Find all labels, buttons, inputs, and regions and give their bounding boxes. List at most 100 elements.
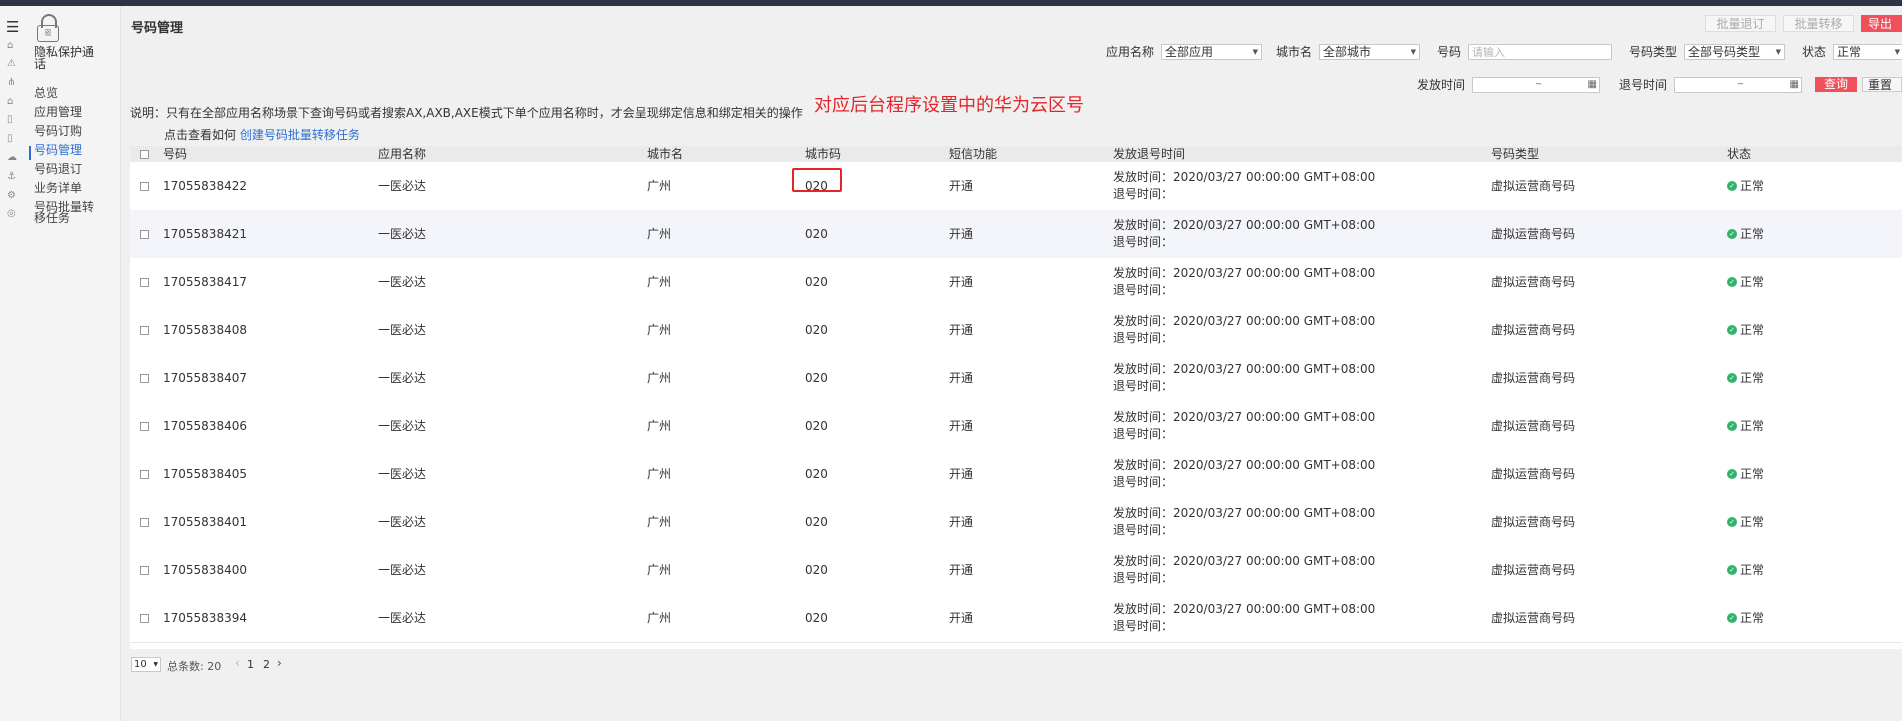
page-2[interactable]: 2 bbox=[263, 658, 270, 671]
table-row[interactable]: 17055838408 一医必达 广州 020 开通 发放时间：2020/03/… bbox=[130, 306, 1902, 355]
check-circle-icon: ✓ bbox=[1727, 469, 1737, 479]
order-icon[interactable]: ⋔ bbox=[7, 77, 15, 88]
row-checkbox[interactable] bbox=[140, 422, 149, 431]
table-row[interactable]: 17055838407 一医必达 广州 020 开通 发放时间：2020/03/… bbox=[130, 354, 1902, 403]
cell-time: 发放时间：2020/03/27 00:00:00 GMT+08:00 退号时间： bbox=[1113, 170, 1376, 201]
cell-city: 广州 bbox=[647, 323, 672, 337]
sidebar-item-app-management[interactable]: 应用管理 bbox=[34, 103, 96, 122]
page-size-select[interactable]: 10 ▼ bbox=[131, 657, 161, 672]
page-1[interactable]: 1 bbox=[247, 658, 254, 671]
table-row[interactable]: 17055838417 一医必达 广州 020 开通 发放时间：2020/03/… bbox=[130, 258, 1902, 307]
city-select[interactable]: 全部城市 ▼ bbox=[1319, 44, 1420, 60]
calendar-icon[interactable]: ▦ bbox=[1790, 78, 1799, 92]
row-checkbox[interactable] bbox=[140, 182, 149, 191]
export-button[interactable]: 导出 bbox=[1861, 15, 1902, 32]
manage-icon[interactable]: ▯ bbox=[7, 133, 13, 144]
table-row[interactable]: 17055838422 一医必达 广州 020 开通 发放时间：2020/03/… bbox=[130, 162, 1902, 211]
cell-time: 发放时间：2020/03/27 00:00:00 GMT+08:00 退号时间： bbox=[1113, 458, 1376, 489]
menu-toggle-icon[interactable]: ☰ bbox=[6, 18, 19, 36]
chevron-down-icon: ▼ bbox=[1775, 48, 1781, 56]
cell-number: 17055838405 bbox=[163, 467, 247, 481]
app-name-select[interactable]: 全部应用 ▼ bbox=[1161, 44, 1262, 60]
reset-button[interactable]: 重置 bbox=[1862, 77, 1902, 92]
sidebar: 密 隐私保护通话 总览 应用管理 号码订购 号码管理 号码退订 业务详单 号码批… bbox=[24, 6, 121, 721]
cell-sms: 开通 bbox=[949, 227, 974, 241]
annotation-text: 对应后台程序设置中的华为云区号 bbox=[814, 95, 1084, 116]
table-row[interactable]: 17055838405 一医必达 广州 020 开通 发放时间：2020/03/… bbox=[130, 450, 1902, 499]
status-select[interactable]: 正常 ▼ bbox=[1833, 44, 1902, 60]
cell-time: 发放时间：2020/03/27 00:00:00 GMT+08:00 退号时间： bbox=[1113, 410, 1376, 441]
cell-sms: 开通 bbox=[949, 419, 974, 433]
cell-type: 虚拟运营商号码 bbox=[1491, 179, 1576, 193]
sidebar-item-number-unsubscribe[interactable]: 号码退订 bbox=[34, 160, 96, 179]
number-icon[interactable]: ⌂ bbox=[7, 96, 13, 107]
detail-icon[interactable]: ☁ bbox=[7, 152, 17, 163]
number-type-select[interactable]: 全部号码类型 ▼ bbox=[1684, 44, 1785, 60]
cell-status: 正常 bbox=[1740, 419, 1765, 433]
cell-app: 一医必达 bbox=[378, 563, 427, 577]
unsub-icon[interactable]: ▯ bbox=[7, 114, 13, 125]
sidebar-item-batch-transfer[interactable]: 号码批量转移任务 bbox=[34, 198, 96, 224]
cell-sms: 开通 bbox=[949, 371, 974, 385]
table-row[interactable]: 17055838401 一医必达 广州 020 开通 发放时间：2020/03/… bbox=[130, 498, 1902, 547]
chevron-down-icon: ▼ bbox=[153, 661, 158, 668]
check-circle-icon: ✓ bbox=[1727, 325, 1737, 335]
number-filter-label: 号码 bbox=[1437, 45, 1462, 59]
batch-unsubscribe-button[interactable]: 批量退订 bbox=[1705, 15, 1776, 32]
cell-type: 虚拟运营商号码 bbox=[1491, 419, 1576, 433]
query-button[interactable]: 查询 bbox=[1815, 77, 1857, 92]
app-logo-lock-icon: 密 bbox=[36, 14, 60, 44]
notice-text: 说明：只有在全部应用名称场景下查询号码或者搜索AX,AXB,AXE模式下单个应用… bbox=[130, 106, 803, 120]
column-header-sms: 短信功能 bbox=[949, 147, 998, 161]
check-circle-icon: ✓ bbox=[1727, 613, 1737, 623]
sidebar-item-business-details[interactable]: 业务详单 bbox=[34, 179, 96, 198]
check-circle-icon: ✓ bbox=[1727, 277, 1737, 287]
cell-city: 广州 bbox=[647, 275, 672, 289]
anchor-icon[interactable]: ⚓ bbox=[7, 171, 16, 182]
cell-city-code: 020 bbox=[805, 227, 828, 241]
number-search-input[interactable] bbox=[1468, 44, 1612, 60]
app-icon[interactable]: ⚠ bbox=[7, 58, 16, 69]
cell-city-code: 020 bbox=[805, 611, 828, 625]
table-row[interactable]: 17055838421 一医必达 广州 020 开通 发放时间：2020/03/… bbox=[130, 210, 1902, 259]
table-row[interactable]: 17055838394 一医必达 广州 020 开通 发放时间：2020/03/… bbox=[130, 594, 1902, 643]
row-checkbox[interactable] bbox=[140, 230, 149, 239]
row-checkbox[interactable] bbox=[140, 278, 149, 287]
gear-icon[interactable]: ⚙ bbox=[7, 190, 16, 201]
column-header-city: 城市名 bbox=[647, 147, 684, 161]
cell-app: 一医必达 bbox=[378, 179, 427, 193]
cell-number: 17055838394 bbox=[163, 611, 247, 625]
row-checkbox[interactable] bbox=[140, 518, 149, 527]
cell-status: 正常 bbox=[1740, 515, 1765, 529]
chevron-down-icon: ▼ bbox=[1410, 48, 1416, 56]
home-icon[interactable]: ⌂ bbox=[7, 40, 13, 51]
calendar-icon[interactable]: ▦ bbox=[1588, 78, 1597, 92]
next-page-icon[interactable]: › bbox=[277, 656, 282, 670]
cell-city-code: 020 bbox=[805, 563, 828, 577]
cell-sms: 开通 bbox=[949, 275, 974, 289]
batch-transfer-button[interactable]: 批量转移 bbox=[1783, 15, 1854, 32]
cell-city-code: 020 bbox=[805, 323, 828, 337]
prev-page-icon[interactable]: ‹ bbox=[235, 656, 240, 670]
cell-city-code: 020 bbox=[805, 419, 828, 433]
help-icon[interactable]: ◎ bbox=[7, 208, 16, 219]
unsub-time-picker[interactable]: _ ▦ bbox=[1674, 74, 1802, 93]
row-checkbox[interactable] bbox=[140, 470, 149, 479]
cell-city: 广州 bbox=[647, 227, 672, 241]
sidebar-item-overview[interactable]: 总览 bbox=[34, 84, 96, 103]
sidebar-item-number-order[interactable]: 号码订购 bbox=[34, 122, 96, 141]
release-time-picker[interactable]: _ ▦ bbox=[1472, 74, 1600, 93]
create-batch-transfer-link[interactable]: 创建号码批量转移任务 bbox=[240, 128, 360, 142]
select-all-checkbox[interactable] bbox=[140, 150, 149, 159]
row-checkbox[interactable] bbox=[140, 374, 149, 383]
table-row[interactable]: 17055838400 一医必达 广州 020 开通 发放时间：2020/03/… bbox=[130, 546, 1902, 595]
cell-number: 17055838400 bbox=[163, 563, 247, 577]
cell-type: 虚拟运营商号码 bbox=[1491, 275, 1576, 289]
row-checkbox[interactable] bbox=[140, 566, 149, 575]
sidebar-item-number-management[interactable]: 号码管理 bbox=[34, 141, 96, 160]
check-circle-icon: ✓ bbox=[1727, 517, 1737, 527]
row-checkbox[interactable] bbox=[140, 614, 149, 623]
table-row[interactable]: 17055838406 一医必达 广州 020 开通 发放时间：2020/03/… bbox=[130, 402, 1902, 451]
cell-number: 17055838408 bbox=[163, 323, 247, 337]
row-checkbox[interactable] bbox=[140, 326, 149, 335]
